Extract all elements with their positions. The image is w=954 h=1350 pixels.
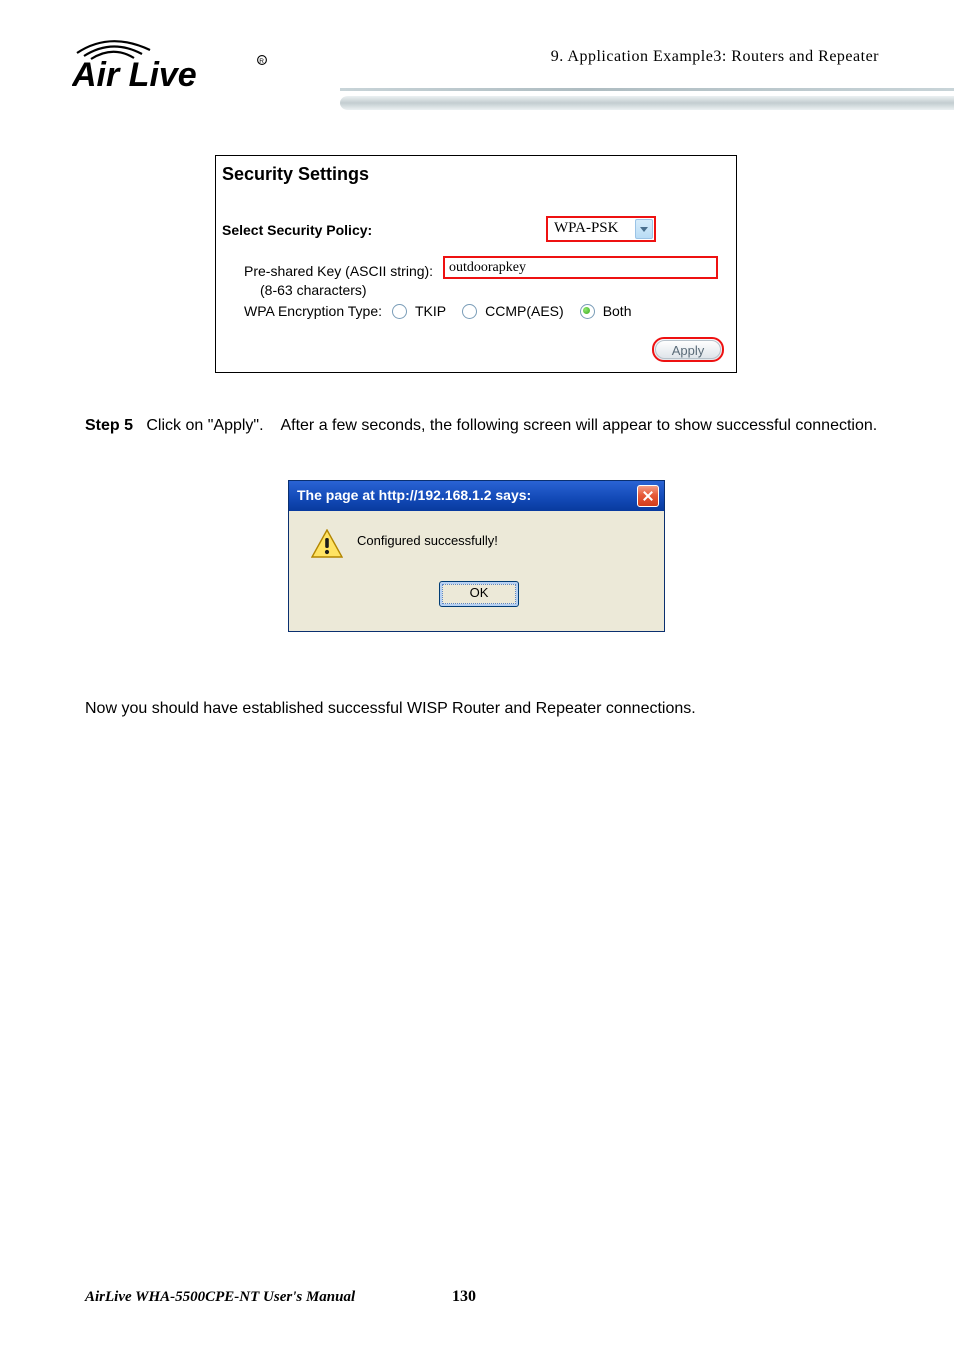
final-paragraph: Now you should have established successf…	[85, 700, 884, 718]
dialog-message: Configured successfully!	[357, 533, 498, 548]
step5-text-a: Click on "Apply".	[146, 417, 263, 434]
policy-label: Select Security Policy:	[222, 222, 372, 238]
radio-tkip-label: TKIP	[415, 303, 446, 319]
footer-manual-title: AirLive WHA-5500CPE-NT User's Manual	[85, 1289, 355, 1306]
step5-label: Step 5	[85, 417, 133, 434]
apply-button-label: Apply	[655, 340, 721, 359]
alert-dialog: The page at http://192.168.1.2 says: Con…	[288, 480, 665, 632]
psk-label: Pre-shared Key (ASCII string):	[244, 263, 433, 279]
panel-title: Security Settings	[222, 164, 369, 185]
dialog-body: Configured successfully! OK	[289, 511, 664, 633]
svg-text:Air Live: Air Live	[72, 56, 197, 93]
warning-icon	[311, 529, 343, 559]
security-settings-panel: Security Settings Select Security Policy…	[215, 155, 737, 373]
chevron-down-icon[interactable]	[635, 219, 653, 239]
radio-ccmp[interactable]	[462, 304, 477, 319]
radio-both[interactable]	[580, 304, 595, 319]
radio-both-label: Both	[603, 303, 632, 319]
close-icon[interactable]	[637, 485, 659, 507]
step5-paragraph: Step 5 Click on "Apply". After a few sec…	[85, 415, 884, 437]
radio-ccmp-label: CCMP(AES)	[485, 303, 564, 319]
radio-tkip[interactable]	[392, 304, 407, 319]
psk-hint: (8-63 characters)	[260, 282, 367, 298]
dialog-title: The page at http://192.168.1.2 says:	[297, 487, 531, 503]
step5-text-b: After a few seconds, the following scree…	[280, 417, 877, 434]
encryption-type-row: WPA Encryption Type: TKIP CCMP(AES) Both	[244, 303, 632, 319]
header-divider	[340, 88, 954, 102]
svg-text:R: R	[259, 58, 264, 65]
dialog-titlebar: The page at http://192.168.1.2 says:	[289, 481, 664, 511]
apply-button[interactable]: Apply	[652, 337, 724, 362]
page: Air Live R 9. Application Example3: Rout…	[0, 0, 954, 1350]
ok-button[interactable]: OK	[439, 581, 519, 607]
security-policy-value: WPA-PSK	[554, 220, 618, 237]
chapter-title: 9. Application Example3: Routers and Rep…	[551, 48, 879, 66]
encryption-type-label: WPA Encryption Type:	[244, 303, 382, 319]
footer-page-number: 130	[452, 1288, 476, 1306]
airlive-logo: Air Live R	[72, 38, 272, 93]
psk-input[interactable]	[443, 256, 718, 279]
security-policy-select[interactable]: WPA-PSK	[546, 216, 656, 242]
